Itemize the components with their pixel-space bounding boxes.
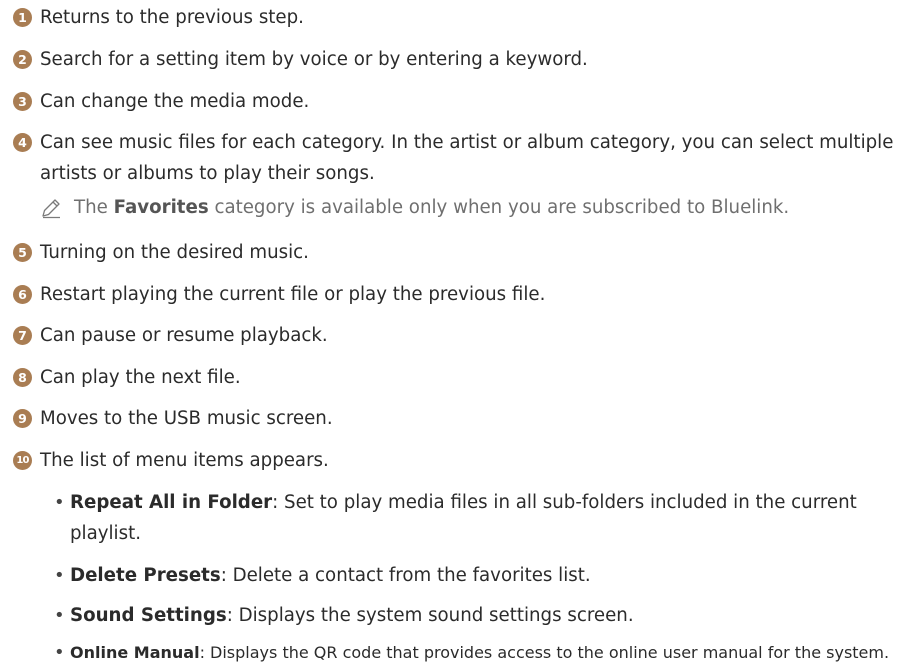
list-item-1: 1 Returns to the previous step.: [13, 2, 900, 33]
bullet-dot: •: [54, 642, 65, 663]
step-text: Search for a setting item by voice or by…: [40, 49, 588, 70]
step-text: Turning on the desired music.: [40, 242, 309, 263]
list-item-10: 10 The list of menu items appears.: [13, 445, 900, 476]
note-prefix: The: [74, 197, 108, 218]
note-suffix: category is available only when you are …: [214, 197, 790, 218]
menu-item-text: Online Manual: Displays the QR code that…: [70, 638, 898, 668]
step-number-badge: 4: [13, 133, 32, 152]
step-number-badge: 5: [13, 243, 32, 262]
list-item-6: 6 Restart playing the current file or pl…: [13, 279, 900, 310]
list-item-4: 4 Can see music files for each category.…: [13, 127, 900, 189]
step-number-badge: 1: [13, 8, 32, 27]
menu-item-desc: : Delete a contact from the favorites li…: [220, 565, 591, 586]
list-item-9: 9 Moves to the USB music screen.: [13, 403, 900, 434]
menu-item-term: Online Manual: [70, 643, 200, 662]
step-number-badge: 9: [13, 409, 32, 428]
list-item-7: 7 Can pause or resume playback.: [13, 320, 900, 351]
menu-item-repeat-all: • Repeat All in Folder: Set to play medi…: [54, 487, 898, 549]
favorites-note: The Favorites category is available only…: [40, 192, 900, 223]
menu-item-text: Sound Settings: Displays the system soun…: [70, 600, 898, 631]
step-text: Returns to the previous step.: [40, 7, 304, 28]
step-number-badge: 8: [13, 368, 32, 387]
step-text: Moves to the USB music screen.: [40, 408, 333, 429]
menu-item-desc: : Displays the system sound settings scr…: [226, 605, 634, 626]
step-number-badge: 7: [13, 326, 32, 345]
step-text: Restart playing the current file or play…: [40, 284, 546, 305]
step-text: The list of menu items appears.: [40, 450, 329, 471]
menu-item-text: Delete Presets: Delete a contact from th…: [70, 560, 898, 591]
menu-item-term: Sound Settings: [70, 605, 227, 626]
list-item-3: 3 Can change the media mode.: [13, 86, 900, 117]
list-item-8: 8 Can play the next file.: [13, 362, 900, 393]
bullet-dot: •: [54, 565, 65, 586]
menu-item-term: Repeat All in Folder: [70, 492, 273, 513]
pencil-icon: [42, 198, 60, 218]
menu-item-text: Repeat All in Folder: Set to play media …: [70, 487, 898, 549]
list-item-5: 5 Turning on the desired music.: [13, 237, 900, 268]
step-text: Can pause or resume playback.: [40, 325, 328, 346]
note-bold-term: Favorites: [113, 197, 209, 218]
step-number-badge: 2: [13, 50, 32, 69]
step-number-badge: 6: [13, 285, 32, 304]
step-number-badge: 10: [13, 451, 32, 470]
list-item-2: 2 Search for a setting item by voice or …: [13, 44, 900, 75]
bullet-dot: •: [54, 492, 65, 513]
step-text: Can play the next file.: [40, 367, 241, 388]
menu-item-online-manual: • Online Manual: Displays the QR code th…: [54, 638, 898, 668]
step-text: Can see music files for each category. I…: [40, 132, 894, 184]
step-text: Can change the media mode.: [40, 91, 310, 112]
step-number-badge: 3: [13, 92, 32, 111]
menu-item-desc: : Displays the QR code that provides acc…: [199, 643, 890, 662]
menu-item-term: Delete Presets: [70, 565, 221, 586]
bullet-dot: •: [54, 605, 65, 626]
manual-page: 1 Returns to the previous step. 2 Search…: [0, 0, 920, 671]
menu-item-delete-presets: • Delete Presets: Delete a contact from …: [54, 560, 898, 591]
menu-item-sound-settings: • Sound Settings: Displays the system so…: [54, 600, 898, 631]
note-text: The Favorites category is available only…: [74, 192, 789, 223]
